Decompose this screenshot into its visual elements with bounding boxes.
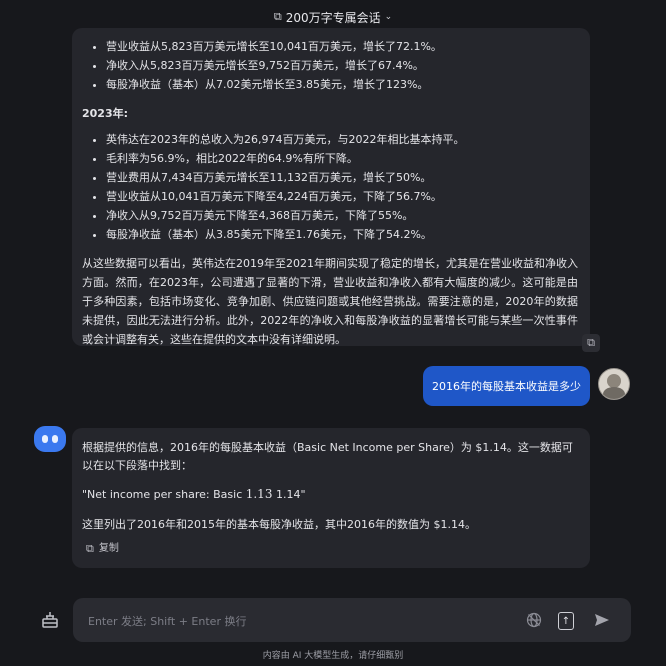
user-message-text: 2016年的每股基本收益是多少 bbox=[432, 380, 581, 393]
list-item: 营业收益从5,823百万美元增长至10,041百万美元，增长了72.1%。 bbox=[106, 38, 578, 56]
copy-button[interactable]: ⧉ 复制 bbox=[86, 540, 119, 558]
list-item: 营业费用从7,434百万美元增长至11,132百万美元，增长了50%。 bbox=[106, 169, 578, 187]
message-composer: ↑ bbox=[73, 598, 631, 642]
list-item: 每股净收益（基本）从7.02美元增长至3.85美元，增长了123%。 bbox=[106, 76, 578, 94]
list-item: 营业收益从10,041百万美元下降至4,224百万美元，下降了56.7%。 bbox=[106, 188, 578, 206]
list-item: 净收入从5,823百万美元增长至9,752百万美元，增长了67.4%。 bbox=[106, 57, 578, 75]
bullet-list-2023: 英伟达在2023年的总收入为26,974百万美元，与2022年相比基本持平。 毛… bbox=[82, 131, 578, 244]
chevron-down-icon: ⌄ bbox=[384, 12, 393, 22]
toolbox-icon[interactable] bbox=[38, 608, 62, 632]
list-item: 毛利率为56.9%，相比2022年的64.9%有所下降。 bbox=[106, 150, 578, 168]
copy-label: 复制 bbox=[98, 543, 119, 554]
ai-disclaimer: 内容由 AI 大模型生成，请仔细甄别 bbox=[262, 651, 404, 661]
web-search-icon[interactable] bbox=[525, 611, 543, 629]
send-icon[interactable] bbox=[593, 611, 611, 629]
assistant-avatar bbox=[34, 426, 66, 452]
assistant-message: 营业收益从5,823百万美元增长至10,041百万美元，增长了72.1%。 净收… bbox=[72, 28, 590, 346]
quoted-source: "Net income per share: Basic 1.13 1.14" bbox=[82, 487, 306, 501]
upload-file-icon[interactable]: ↑ bbox=[558, 612, 574, 630]
list-item: 净收入从9,752百万美元下降至4,368百万美元，下降了55%。 bbox=[106, 207, 578, 225]
conversation-title: 200万字专属会话 bbox=[285, 10, 381, 25]
copy-icon[interactable]: ⧉ bbox=[582, 334, 600, 352]
bullet-list-2022: 营业收益从5,823百万美元增长至10,041百万美元，增长了72.1%。 净收… bbox=[82, 38, 578, 94]
assistant-message: 根据提供的信息，2016年的每股基本收益（Basic Net Income pe… bbox=[72, 428, 590, 568]
message-input[interactable] bbox=[86, 610, 490, 632]
section-heading: 2023年: bbox=[82, 107, 129, 120]
answer-summary: 这里列出了2016年和2015年的基本每股净收益，其中2016年的数值为 $1.… bbox=[82, 518, 476, 531]
user-avatar bbox=[598, 368, 630, 400]
list-item: 英伟达在2023年的总收入为26,974百万美元，与2022年相比基本持平。 bbox=[106, 131, 578, 149]
external-link-icon: ⧉ bbox=[273, 10, 282, 23]
answer-text: 根据提供的信息，2016年的每股基本收益（Basic Net Income pe… bbox=[82, 441, 573, 472]
conclusion-paragraph: 从这些数据可以看出，英伟达在2019年至2021年期间实现了稳定的增长，尤其是在… bbox=[82, 257, 578, 346]
list-item: 每股净收益（基本）从3.85美元下降至1.76美元，下降了54.2%。 bbox=[106, 226, 578, 244]
copy-icon: ⧉ bbox=[86, 542, 94, 555]
user-message: 2016年的每股基本收益是多少 bbox=[423, 366, 590, 406]
